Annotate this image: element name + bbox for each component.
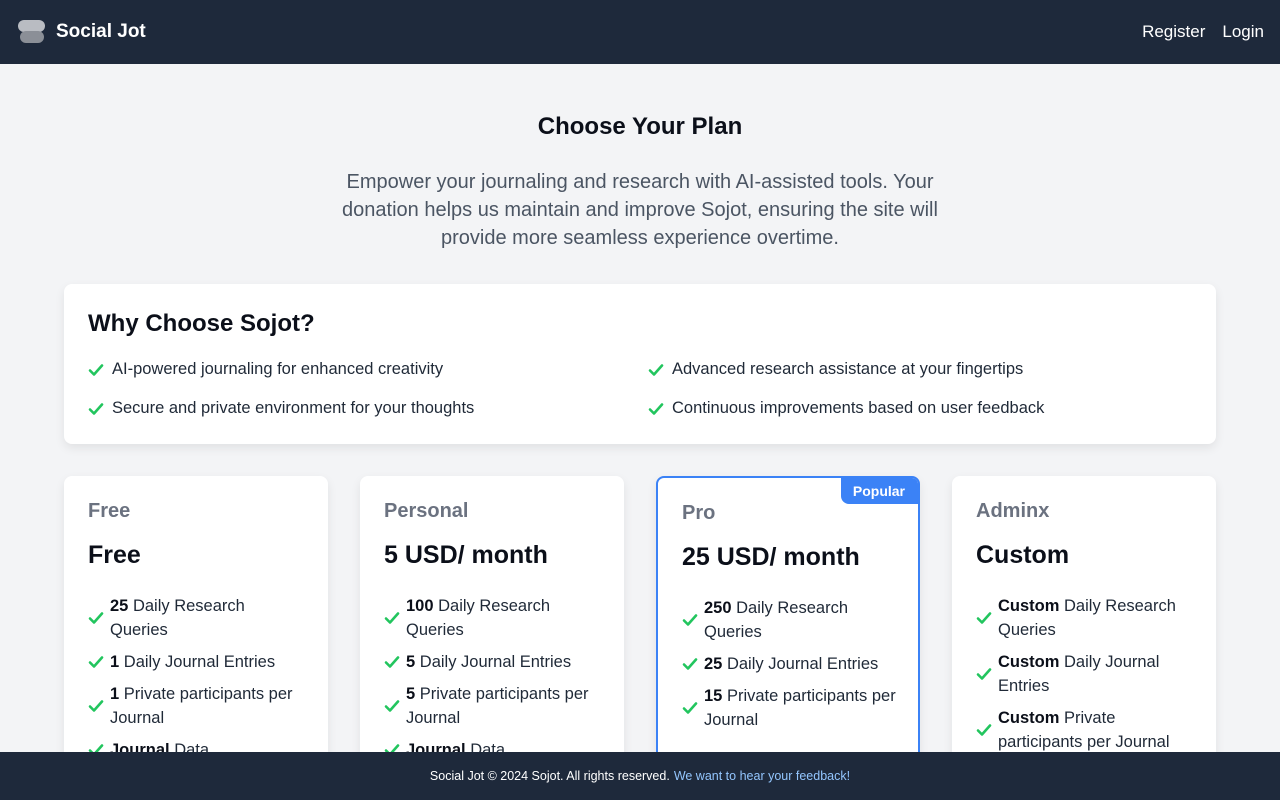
plan-features: 25 Daily Research Queries 1 Daily Journa… — [88, 594, 306, 762]
plan-feature: 1 Private participants per Journal — [88, 682, 306, 730]
check-icon — [682, 700, 698, 716]
plan-features: 100 Daily Research Queries 5 Daily Journ… — [384, 594, 602, 762]
feature-label: Daily Journal Entries — [419, 653, 572, 671]
feature-label: Daily Journal Entries — [123, 653, 276, 671]
feedback-link[interactable]: We want to hear your feedback! — [674, 769, 850, 783]
feature-label: Private participants per Journal — [704, 687, 896, 729]
plan-card-adminx[interactable]: Adminx Custom Custom Daily Research Quer… — [952, 476, 1216, 776]
plan-feature: 250 Daily Research Queries — [682, 596, 898, 644]
feature-value: 100 — [406, 597, 434, 615]
plan-feature: 25 Daily Journal Entries — [682, 652, 898, 676]
feature-value: Custom — [998, 709, 1060, 727]
auth-nav: Register Login — [1142, 22, 1264, 42]
check-icon — [384, 698, 400, 714]
footer: Social Jot © 2024 Sojot. All rights rese… — [0, 752, 1280, 800]
why-choose-panel: Why Choose Sojot? AI-powered journaling … — [64, 284, 1216, 444]
feature-label: Private participants per Journal — [110, 685, 293, 727]
feature-label: Daily Research Queries — [110, 597, 245, 639]
plan-price: 25 USD/ month — [682, 543, 860, 571]
check-icon — [682, 612, 698, 628]
plan-card-personal[interactable]: Personal 5 USD/ month 100 Daily Research… — [360, 476, 624, 776]
plan-feature: Custom Daily Research Queries — [976, 594, 1194, 642]
top-navbar: Social Jot Register Login — [0, 0, 1280, 64]
feature-value: 1 — [110, 685, 120, 703]
brand[interactable]: Social Jot — [18, 20, 146, 44]
plan-feature: 5 Private participants per Journal — [384, 682, 602, 730]
feature-value: 5 — [406, 685, 416, 703]
plan-card-pro[interactable]: Popular Pro 25 USD/ month 250 Daily Rese… — [656, 476, 920, 776]
check-icon — [976, 722, 992, 738]
plan-feature: Custom Private participants per Journal — [976, 706, 1194, 754]
check-icon — [682, 656, 698, 672]
feature-value: 1 — [110, 653, 120, 671]
why-item: Secure and private environment for your … — [88, 399, 648, 418]
plan-feature: 1 Daily Journal Entries — [88, 650, 306, 674]
feature-label: Private participants per Journal — [406, 685, 589, 727]
why-item-text: Secure and private environment for your … — [112, 399, 475, 417]
why-choose-list: AI-powered journaling for enhanced creat… — [88, 360, 1192, 418]
plan-features: 250 Daily Research Queries 25 Daily Jour… — [682, 596, 898, 732]
check-icon — [88, 698, 104, 714]
plan-price: Custom — [976, 541, 1070, 569]
check-icon — [384, 610, 400, 626]
feature-value: 25 — [110, 597, 129, 615]
plan-feature: 5 Daily Journal Entries — [384, 650, 602, 674]
feature-value: Custom — [998, 653, 1060, 671]
plan-card-free[interactable]: Free Free 25 Daily Research Queries 1 Da… — [64, 476, 328, 776]
check-icon — [88, 401, 104, 417]
why-item: AI-powered journaling for enhanced creat… — [88, 360, 648, 379]
plan-features: Custom Daily Research Queries Custom Dai… — [976, 594, 1194, 754]
login-link[interactable]: Login — [1222, 22, 1264, 42]
register-link[interactable]: Register — [1142, 22, 1205, 42]
feature-value: Custom — [998, 597, 1060, 615]
check-icon — [976, 666, 992, 682]
why-item: Continuous improvements based on user fe… — [648, 399, 1208, 418]
check-icon — [88, 362, 104, 378]
why-item: Advanced research assistance at your fin… — [648, 360, 1208, 379]
check-icon — [88, 610, 104, 626]
plan-feature: 15 Private participants per Journal — [682, 684, 898, 732]
plan-tier: Adminx — [976, 500, 1050, 522]
plan-feature: 100 Daily Research Queries — [384, 594, 602, 642]
page-title: Choose Your Plan — [537, 113, 743, 140]
why-item-text: Continuous improvements based on user fe… — [672, 399, 1045, 417]
feature-value: 15 — [704, 687, 723, 705]
check-icon — [88, 654, 104, 670]
why-item-text: Advanced research assistance at your fin… — [672, 360, 1024, 378]
chat-bubbles-logo-icon — [18, 20, 45, 44]
feature-label: Daily Journal Entries — [726, 655, 879, 673]
plan-price: 5 USD/ month — [384, 541, 548, 569]
feature-value: 25 — [704, 655, 723, 673]
plan-feature: Custom Daily Journal Entries — [976, 650, 1194, 698]
check-icon — [648, 401, 664, 417]
check-icon — [648, 362, 664, 378]
plan-tier: Free — [88, 500, 131, 522]
plan-tier: Pro — [682, 502, 716, 524]
plan-price: Free — [88, 541, 141, 569]
check-icon — [976, 610, 992, 626]
popular-badge: Popular — [840, 478, 918, 504]
brand-name: Social Jot — [56, 21, 146, 42]
feature-value: 250 — [704, 599, 732, 617]
plan-feature: 25 Daily Research Queries — [88, 594, 306, 642]
copyright-text: Social Jot © 2024 Sojot. All rights rese… — [429, 769, 670, 783]
why-item-text: AI-powered journaling for enhanced creat… — [112, 360, 444, 378]
why-choose-title: Why Choose Sojot? — [88, 310, 315, 337]
check-icon — [384, 654, 400, 670]
feature-value: 5 — [406, 653, 416, 671]
plan-tier: Personal — [384, 500, 469, 522]
intro-text: Empower your journaling and research wit… — [342, 171, 938, 249]
